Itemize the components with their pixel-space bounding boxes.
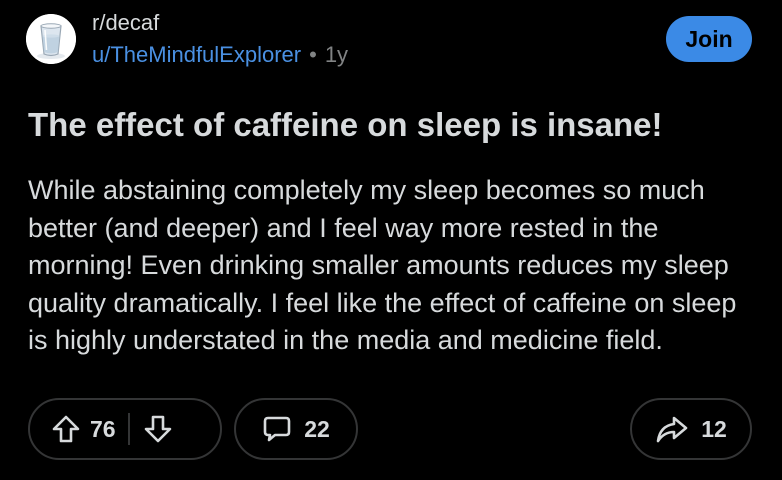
glass-of-water-icon [26,14,76,64]
upvote-button[interactable] [50,413,82,445]
arrow-up-icon [52,415,80,443]
downvote-button[interactable] [142,413,174,445]
arrow-down-icon [144,415,171,443]
share-button[interactable]: 12 [630,398,752,460]
share-arrow-icon [656,416,688,443]
vote-control: 76 [28,398,222,460]
join-button[interactable]: Join [666,16,752,62]
speech-bubble-icon [263,416,291,442]
share-count: 12 [701,415,727,442]
post-meta: u/TheMindfulExplorer • 1y [92,42,348,68]
comment-count: 22 [304,415,330,442]
author-link[interactable]: u/TheMindfulExplorer [92,42,301,67]
post-body: While abstaining completely my sleep bec… [28,175,737,356]
comment-icon-wrap [262,414,292,444]
subreddit-avatar[interactable] [26,14,76,64]
post-title: The effect of caffeine on sleep is insan… [28,106,663,143]
share-icon-wrap [655,414,689,444]
meta-separator: • [309,42,317,67]
vote-divider [127,413,130,445]
subreddit-name[interactable]: r/decaf [92,10,159,36]
upvote-count: 76 [90,415,116,442]
comments-button[interactable]: 22 [234,398,358,460]
post-age: 1y [324,42,349,67]
